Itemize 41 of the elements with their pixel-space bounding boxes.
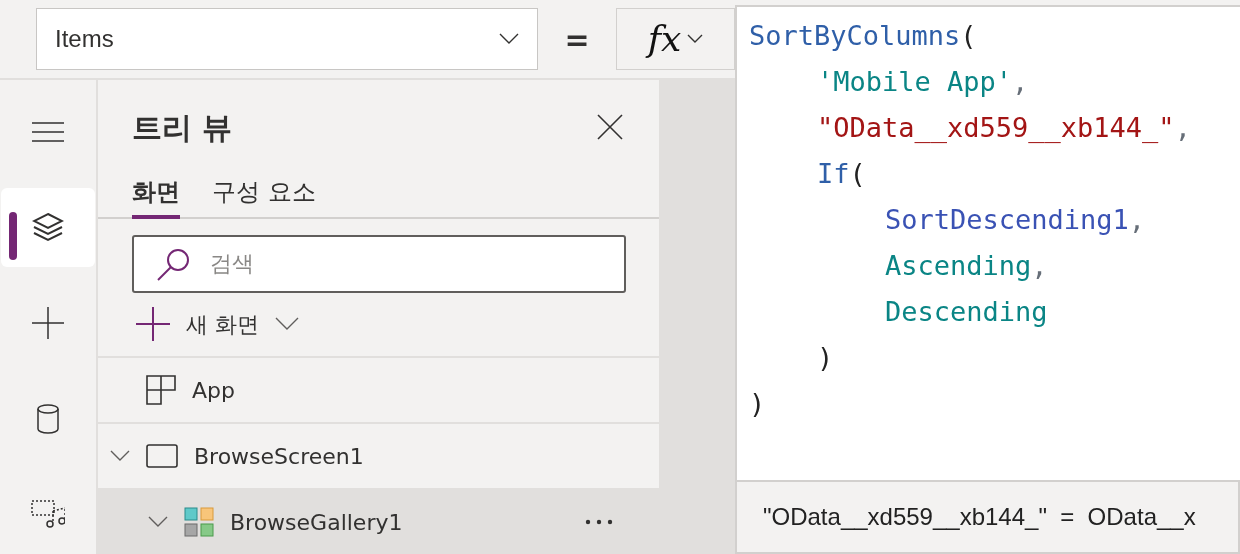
tab[interactable]: 구성 요소 xyxy=(212,174,316,220)
property-dropdown[interactable]: Items xyxy=(36,8,538,70)
media-icon xyxy=(31,499,65,530)
tree-item[interactable]: BrowseGallery1 xyxy=(98,488,659,554)
plus-icon xyxy=(32,307,64,339)
app-grid-icon xyxy=(146,375,176,405)
search-field[interactable]: 검색 xyxy=(132,235,626,293)
chevron-icon[interactable] xyxy=(110,450,130,462)
code-line: If( xyxy=(817,157,867,191)
code-line: 'Mobile App', xyxy=(817,65,1030,99)
tree-item-label: App xyxy=(192,376,236,405)
equals-sign: = xyxy=(563,20,591,59)
selection-indicator xyxy=(9,211,17,260)
screen-icon xyxy=(146,444,178,468)
plus-icon xyxy=(136,307,170,342)
fx-button[interactable]: fx xyxy=(616,8,735,70)
close-icon[interactable] xyxy=(597,114,623,141)
code-line: Descending xyxy=(885,295,1049,329)
code-line: "OData__xd559__xb144_", xyxy=(817,111,1192,145)
chevron-icon[interactable] xyxy=(148,516,168,528)
code-line: ) xyxy=(749,387,767,421)
tab[interactable]: 화면 xyxy=(132,174,180,220)
code-line: SortDescending1, xyxy=(885,203,1147,237)
layers-icon xyxy=(32,212,64,243)
code-line: ) xyxy=(817,341,835,375)
rail-button[interactable] xyxy=(1,187,95,268)
code-line: Ascending, xyxy=(885,249,1049,283)
new-screen-button[interactable]: 새 화면 xyxy=(136,292,299,356)
chevron-icon xyxy=(275,317,299,332)
chevron-icon xyxy=(499,33,519,45)
gallery-icon xyxy=(184,507,214,537)
code-line: SortByColumns( xyxy=(749,19,978,53)
menu-icon xyxy=(32,120,64,143)
tree-item-label: BrowseScreen1 xyxy=(194,442,365,471)
more-icon[interactable] xyxy=(585,519,613,525)
database-icon xyxy=(36,403,60,434)
chevron-icon xyxy=(687,34,704,44)
panel-title: 트리 뷰 xyxy=(132,108,234,147)
tree-item-label: BrowseGallery1 xyxy=(230,508,404,537)
search-icon xyxy=(156,248,190,283)
result-text: "OData__xd559__xb144_" = OData__x xyxy=(763,502,1196,532)
